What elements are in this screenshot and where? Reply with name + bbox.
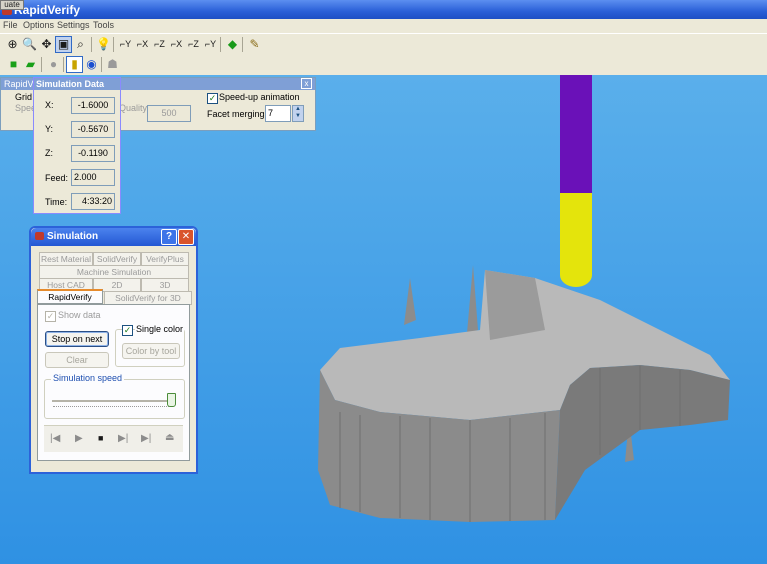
simulation-speed-group xyxy=(44,379,185,419)
select-icon[interactable]: ⊕ xyxy=(4,36,21,53)
view-zy-icon[interactable]: ⌐Y xyxy=(202,36,219,53)
play-icon[interactable]: ▶ xyxy=(75,433,83,444)
close-button[interactable]: ✕ xyxy=(178,229,194,245)
feed-label: Feed: xyxy=(45,173,69,183)
toolbar-divider xyxy=(41,57,42,72)
z-label: Z: xyxy=(45,148,53,158)
eval-tab[interactable]: uate xyxy=(0,0,24,10)
time-label: Time: xyxy=(45,197,68,207)
speed-slider-track[interactable] xyxy=(52,400,174,402)
z-value: -0.1190 xyxy=(71,145,115,162)
single-color-checkbox[interactable]: ✓ xyxy=(122,325,133,336)
stop-icon[interactable]: ■ xyxy=(98,433,103,443)
toolbar-divider xyxy=(113,37,114,52)
view-zx-icon[interactable]: ⌐X xyxy=(168,36,185,53)
tool-yellow-icon[interactable]: ▮ xyxy=(66,56,83,73)
simulation-title: Simulation xyxy=(47,231,99,242)
facet-spinner[interactable]: ▲ ▼ xyxy=(292,105,304,122)
toolbar-divider xyxy=(242,37,243,52)
main-toolbar: ⊕ 🔍 ✥ ▣ ⌕ 💡 ⌐Y ⌐X ⌐Z ⌐X ⌐Z ⌐Y ◆ ✎ xyxy=(0,33,767,55)
y-value: -0.5670 xyxy=(71,121,115,138)
view-xz-icon[interactable]: ⌐Z xyxy=(151,36,168,53)
spike xyxy=(467,265,478,333)
tab-solidverify[interactable]: SolidVerify xyxy=(93,252,141,266)
tool-shank xyxy=(560,193,592,275)
x-value: -1.6000 xyxy=(71,97,115,114)
zoom-fit-icon[interactable]: ▣ xyxy=(55,36,72,53)
single-color-label: Single color xyxy=(135,324,185,334)
view-yx-icon[interactable]: ⌐X xyxy=(134,36,151,53)
settings-close-button[interactable]: x xyxy=(301,78,312,89)
gray-circle-icon[interactable]: ● xyxy=(45,56,62,73)
eject-icon[interactable]: ⏏ xyxy=(165,432,174,443)
end-icon[interactable]: ▶| xyxy=(141,433,151,444)
y-label: Y: xyxy=(45,124,54,134)
zoom-window-icon[interactable]: 🔍 xyxy=(21,36,38,53)
feed-value: 2.000 xyxy=(71,169,115,186)
tab-machine-simulation[interactable]: Machine Simulation xyxy=(39,265,189,279)
speedup-checkbox[interactable]: ✓ xyxy=(207,93,218,104)
playback-controls: |◀ ▶ ■ ▶| ▶| ⏏ xyxy=(44,425,183,452)
pan-icon[interactable]: ✥ xyxy=(38,36,55,53)
stock-cube-icon[interactable]: ◆ xyxy=(224,36,241,53)
title-bar: RapidVerify uate xyxy=(0,0,767,19)
light-bulb-icon[interactable]: 💡 xyxy=(95,36,112,53)
toolbar-divider xyxy=(63,57,64,72)
menu-file[interactable]: File xyxy=(3,20,18,30)
show-data-label: Show data xyxy=(58,310,101,320)
toolbar-divider xyxy=(101,57,102,72)
tab-solidverify-3d[interactable]: SolidVerify for 3D xyxy=(104,291,192,305)
tab-verifyplus[interactable]: VerifyPlus xyxy=(141,252,189,266)
green-stock-multi-icon[interactable]: ▰ xyxy=(22,56,39,73)
sim-data-title: Simulation Data xyxy=(36,79,105,89)
tool-holder xyxy=(560,75,592,193)
simulation-speed-label: Simulation speed xyxy=(51,373,125,383)
zoom-icon[interactable]: ⌕ xyxy=(72,36,89,53)
speed-slider-thumb[interactable] xyxy=(167,393,176,407)
rapidverify-tab-body: ✓ Show data Stop on next Clear ✓ Single … xyxy=(37,304,190,461)
simulation-title-bar: Simulation ? ✕ xyxy=(31,228,196,246)
speedup-label: Speed-up animation xyxy=(219,92,300,102)
eraser-icon[interactable]: ✎ xyxy=(246,36,263,53)
speed-slider-ticks xyxy=(53,406,173,407)
menu-options[interactable]: Options xyxy=(23,20,54,30)
simulation-window: Simulation ? ✕ Rest Material SolidVerify… xyxy=(29,226,198,474)
help-button[interactable]: ? xyxy=(161,229,177,245)
sim-data-title-bar: Simulation Data xyxy=(34,78,120,90)
facet-label: Facet merging: xyxy=(207,109,268,119)
toolbar-divider xyxy=(91,37,92,52)
tab-rapidverify[interactable]: RapidVerify xyxy=(37,289,103,304)
step-forward-icon[interactable]: ▶| xyxy=(118,433,128,444)
secondary-toolbar: ■ ▰ ● ▮ ◉ ☗ xyxy=(0,54,767,76)
green-stock-icon[interactable]: ■ xyxy=(5,56,22,73)
simulation-app-icon xyxy=(35,232,44,240)
view-yz-icon[interactable]: ⌐Z xyxy=(185,36,202,53)
time-value: 4:33:20 xyxy=(71,193,115,210)
tool-tip xyxy=(560,263,592,287)
menu-bar: File Options Settings Tools xyxy=(0,19,767,33)
tool-blue-icon[interactable]: ◉ xyxy=(83,56,100,73)
stock-side xyxy=(555,365,730,520)
view-xy-icon[interactable]: ⌐Y xyxy=(117,36,134,53)
x-label: X: xyxy=(45,100,54,110)
show-data-checkbox[interactable]: ✓ xyxy=(45,311,56,322)
gray-person-icon[interactable]: ☗ xyxy=(104,56,121,73)
clear-button[interactable]: Clear xyxy=(45,352,109,368)
color-by-tool-button[interactable]: Color by tool xyxy=(122,343,180,359)
tab-3d[interactable]: 3D xyxy=(141,278,189,292)
spike xyxy=(404,278,416,325)
step-back-icon[interactable]: |◀ xyxy=(50,433,60,444)
menu-tools[interactable]: Tools xyxy=(93,20,114,30)
quality-label: Quality xyxy=(119,103,148,113)
simulation-data-panel: Simulation Data X: -1.6000 Y: -0.5670 Z:… xyxy=(33,77,121,214)
quality-field[interactable]: 500 xyxy=(147,105,191,122)
facet-input[interactable]: 7 xyxy=(265,105,291,122)
menu-settings[interactable]: Settings xyxy=(57,20,90,30)
stop-on-next-button[interactable]: Stop on next xyxy=(45,331,109,347)
tab-rest-material[interactable]: Rest Material xyxy=(39,252,93,266)
toolbar-divider xyxy=(220,37,221,52)
